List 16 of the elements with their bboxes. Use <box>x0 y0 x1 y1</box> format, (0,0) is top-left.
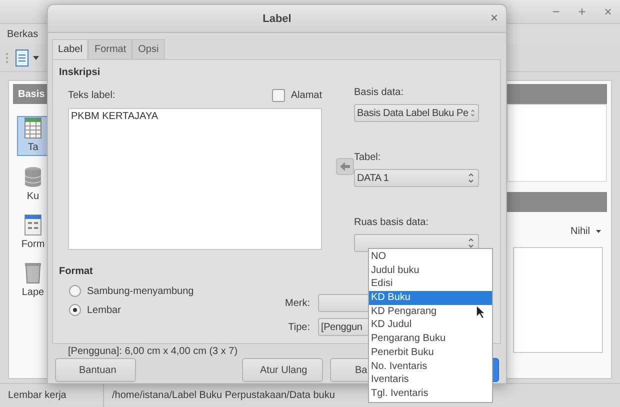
section-heading: Format <box>59 266 93 279</box>
section-heading: Inskripsi <box>59 67 100 80</box>
field-label: Teks label: <box>68 90 116 100</box>
field-label: Merk: <box>285 296 310 310</box>
radio-label: Sambung-menyambung <box>87 286 194 296</box>
status-text: /home/istana/Label Buku Perpustakaan/Data buku <box>111 390 336 400</box>
label-size-text: [Pengguna]: 6,00 cm x 4,00 cm (3 x 7) <box>68 346 238 357</box>
panel-header: Basis <box>13 84 49 104</box>
field-label: Ruas basis data: <box>354 216 430 229</box>
checkbox-label: Alamat <box>290 90 322 100</box>
status-text: Lembar kerja <box>7 390 68 400</box>
radio-label: Lembar <box>87 304 121 316</box>
field-label: Tipe: <box>288 320 310 334</box>
field-label: Basis data: <box>354 86 404 99</box>
window-title: Label <box>262 12 292 24</box>
field-label: Tabel: <box>354 150 382 164</box>
